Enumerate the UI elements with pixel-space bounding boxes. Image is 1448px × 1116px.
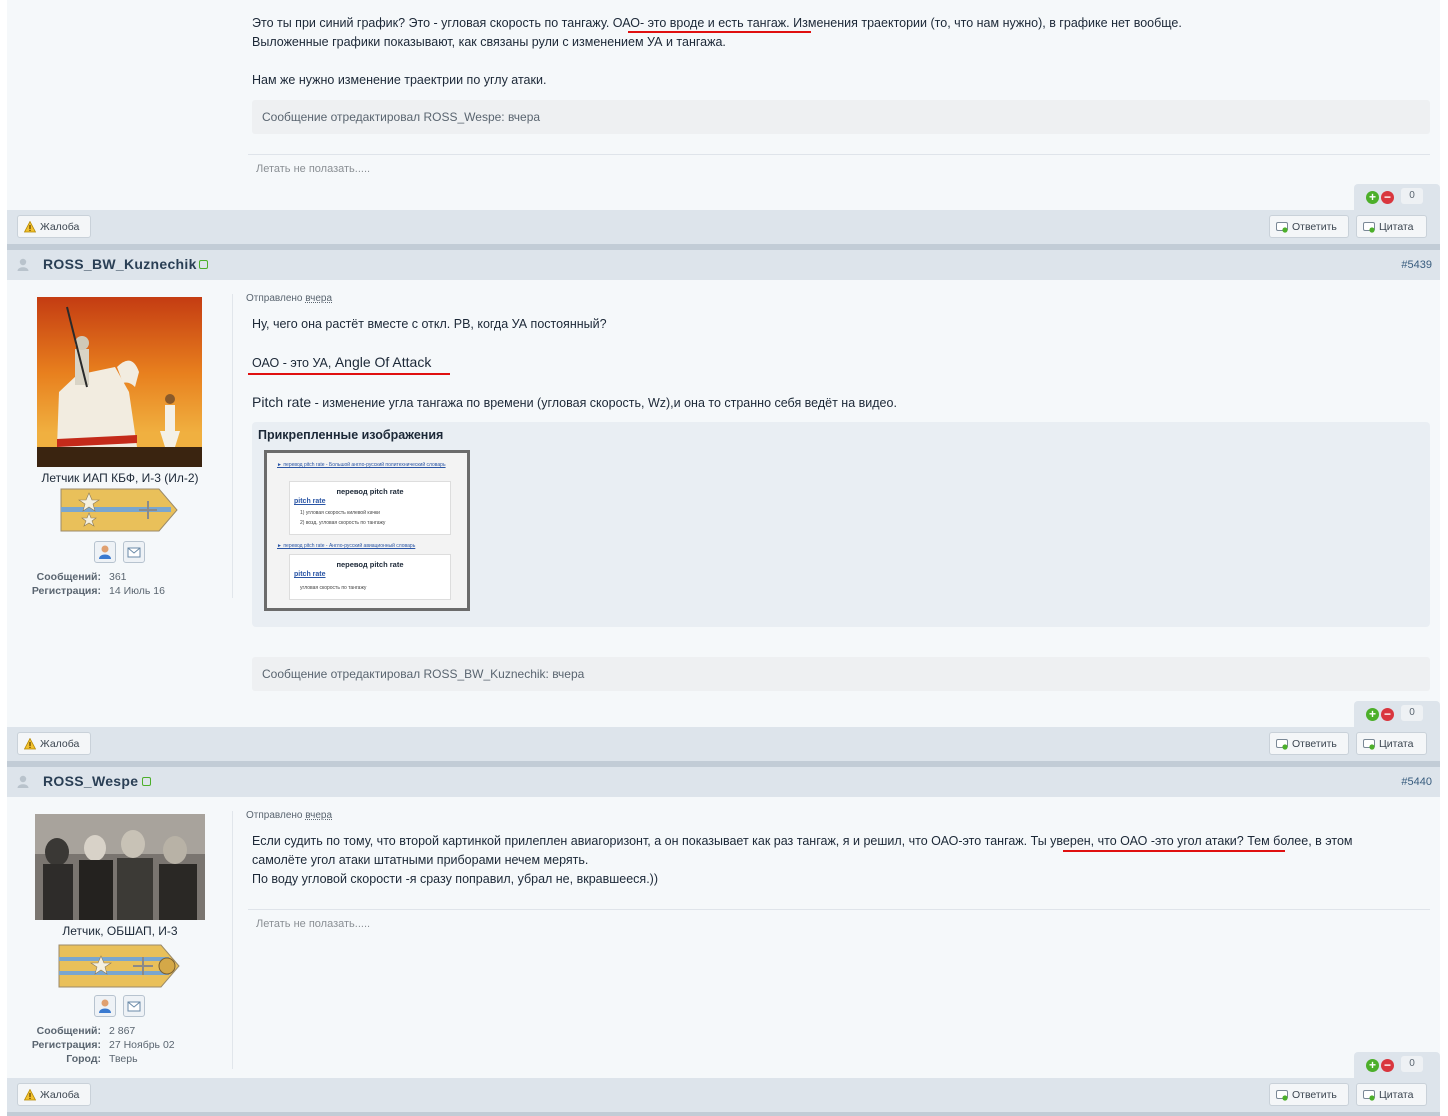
post-header: ROSS_BW_Kuznechik #5439 (7, 250, 1440, 280)
attachment-thumbnail[interactable]: ► перевод pitch rate - Большой англо-рус… (264, 450, 470, 611)
highlighted-text: ОАО- это вроде и есть тангаж. (612, 16, 790, 30)
online-icon (142, 777, 151, 786)
warning-icon (24, 1089, 36, 1101)
post-header: ROSS_Wespe #5440 (7, 767, 1440, 797)
reply-button[interactable]: Ответить (1269, 215, 1349, 238)
quote-button[interactable]: Цитата (1356, 732, 1427, 755)
stat-label: Сообщений: (36, 571, 101, 583)
panel-divider (232, 294, 233, 598)
user-icon (17, 775, 29, 788)
message-icon (127, 1001, 141, 1012)
red-underline (248, 373, 450, 375)
reputation-count: 0 (1401, 1056, 1423, 1072)
author-name[interactable]: ROSS_BW_Kuznechik (43, 256, 197, 272)
stat-value: Тверь (109, 1053, 138, 1065)
message-button[interactable] (123, 995, 145, 1017)
post-text-line: самолёте угол атаки штатными приборами н… (252, 853, 589, 867)
signature: Летать не полазать..... (256, 163, 371, 175)
post-text-line: Нам же нужно изменение траектрии по углу… (252, 73, 547, 87)
posted-date: Отправлено вчера (246, 293, 333, 304)
reply-icon (1276, 1090, 1288, 1101)
message-button[interactable] (123, 541, 145, 563)
stat-label: Регистрация: (31, 1039, 101, 1051)
stat-value: 14 Июль 16 (109, 585, 165, 597)
quote-icon (1363, 1090, 1375, 1101)
thumb-link: ► перевод pitch rate - Англо-русский ави… (277, 543, 416, 549)
signature-divider (248, 909, 1430, 910)
post-text-line: По воду угловой скорости -я сразу поправ… (252, 872, 658, 886)
attachments-block: Прикрепленные изображения ► перевод pitc… (252, 422, 1430, 627)
post-text-line: Ну, чего она растёт вместе с откл. РВ, к… (252, 317, 607, 331)
reply-button[interactable]: Ответить (1269, 732, 1349, 755)
quote-button[interactable]: Цитата (1356, 215, 1427, 238)
panel-divider (232, 811, 233, 1069)
post-text-line: Pitch rate - изменение угла тангажа по в… (252, 394, 897, 410)
reputation-minus-icon[interactable]: − (1381, 1059, 1394, 1072)
quote-icon (1363, 222, 1375, 233)
profile-icon (99, 999, 111, 1013)
thumb-card: перевод pitch rate pitch rate угловая ск… (289, 554, 451, 600)
thumb-card: перевод pitch rate pitch rate 1) угловая… (289, 481, 451, 535)
post-text-line: Выложенные графики показывают, как связа… (252, 35, 726, 49)
post-number[interactable]: #5440 (1401, 776, 1432, 788)
attachments-title: Прикрепленные изображения (258, 428, 444, 442)
reputation-box: + − 0 (1354, 184, 1440, 210)
reputation-box: + − 0 (1354, 701, 1440, 727)
post-separator (7, 1112, 1440, 1116)
reputation-count: 0 (1401, 188, 1423, 204)
stat-label: Сообщений: (36, 1025, 101, 1037)
stat-label: Регистрация: (31, 585, 101, 597)
reputation-minus-icon[interactable]: − (1381, 191, 1394, 204)
reputation-box: + − 0 (1354, 1052, 1440, 1078)
quote-button[interactable]: Цитата (1356, 1083, 1427, 1106)
user-rank: Летчик ИАП КБФ, И-3 (Ил-2) (41, 471, 199, 485)
profile-button[interactable] (94, 541, 116, 563)
stat-label: Город: (66, 1053, 101, 1065)
edited-notice: Сообщение отредактировал ROSS_BW_Kuznech… (252, 657, 1430, 691)
reply-icon (1276, 739, 1288, 750)
reputation-plus-icon[interactable]: + (1366, 708, 1379, 721)
reputation-plus-icon[interactable]: + (1366, 1059, 1379, 1072)
report-button[interactable]: Жалоба (17, 215, 91, 238)
stat-value: 27 Ноябрь 02 (109, 1039, 175, 1051)
post-text-line: Если судить по тому, что второй картинко… (252, 834, 1353, 848)
reputation-minus-icon[interactable]: − (1381, 708, 1394, 721)
post-number[interactable]: #5439 (1401, 259, 1432, 271)
rank-insignia (59, 487, 179, 533)
thumb-link: ► перевод pitch rate - Большой англо-рус… (277, 462, 446, 468)
post-controls: Жалоба Ответить Цитата (7, 1078, 1440, 1112)
signature-divider (248, 154, 1430, 155)
profile-button[interactable] (94, 995, 116, 1017)
report-button[interactable]: Жалоба (17, 732, 91, 755)
highlighted-text: Ты уверен, что ОАО -это угол атаки? (1030, 834, 1244, 848)
online-icon (199, 260, 208, 269)
message-icon (127, 547, 141, 558)
rank-insignia (57, 943, 181, 989)
reputation-plus-icon[interactable]: + (1366, 191, 1379, 204)
post-controls: Жалоба Ответить Цитата (7, 210, 1440, 244)
warning-icon (24, 221, 36, 233)
signature: Летать не полазать..... (256, 918, 371, 930)
avatar (37, 297, 202, 467)
quote-icon (1363, 739, 1375, 750)
author-name[interactable]: ROSS_Wespe (43, 773, 138, 789)
warning-icon (24, 738, 36, 750)
user-icon (17, 258, 29, 271)
stat-value: 2 867 (109, 1025, 136, 1037)
avatar (35, 814, 205, 920)
red-underline (1063, 850, 1285, 852)
report-button[interactable]: Жалоба (17, 1083, 91, 1106)
reply-icon (1276, 222, 1288, 233)
post-controls: Жалоба Ответить Цитата (7, 727, 1440, 761)
post-text-line: ОАО - это УА, Angle Of Attack (252, 354, 432, 370)
reply-button[interactable]: Ответить (1269, 1083, 1349, 1106)
reputation-count: 0 (1401, 705, 1423, 721)
profile-icon (99, 545, 111, 559)
posted-date: Отправлено вчера (246, 810, 333, 821)
stat-value: 361 (109, 571, 127, 583)
edited-notice: Сообщение отредактировал ROSS_Wespe: вче… (252, 100, 1430, 134)
user-rank: Летчик, ОБШАП, И-3 (62, 924, 178, 938)
